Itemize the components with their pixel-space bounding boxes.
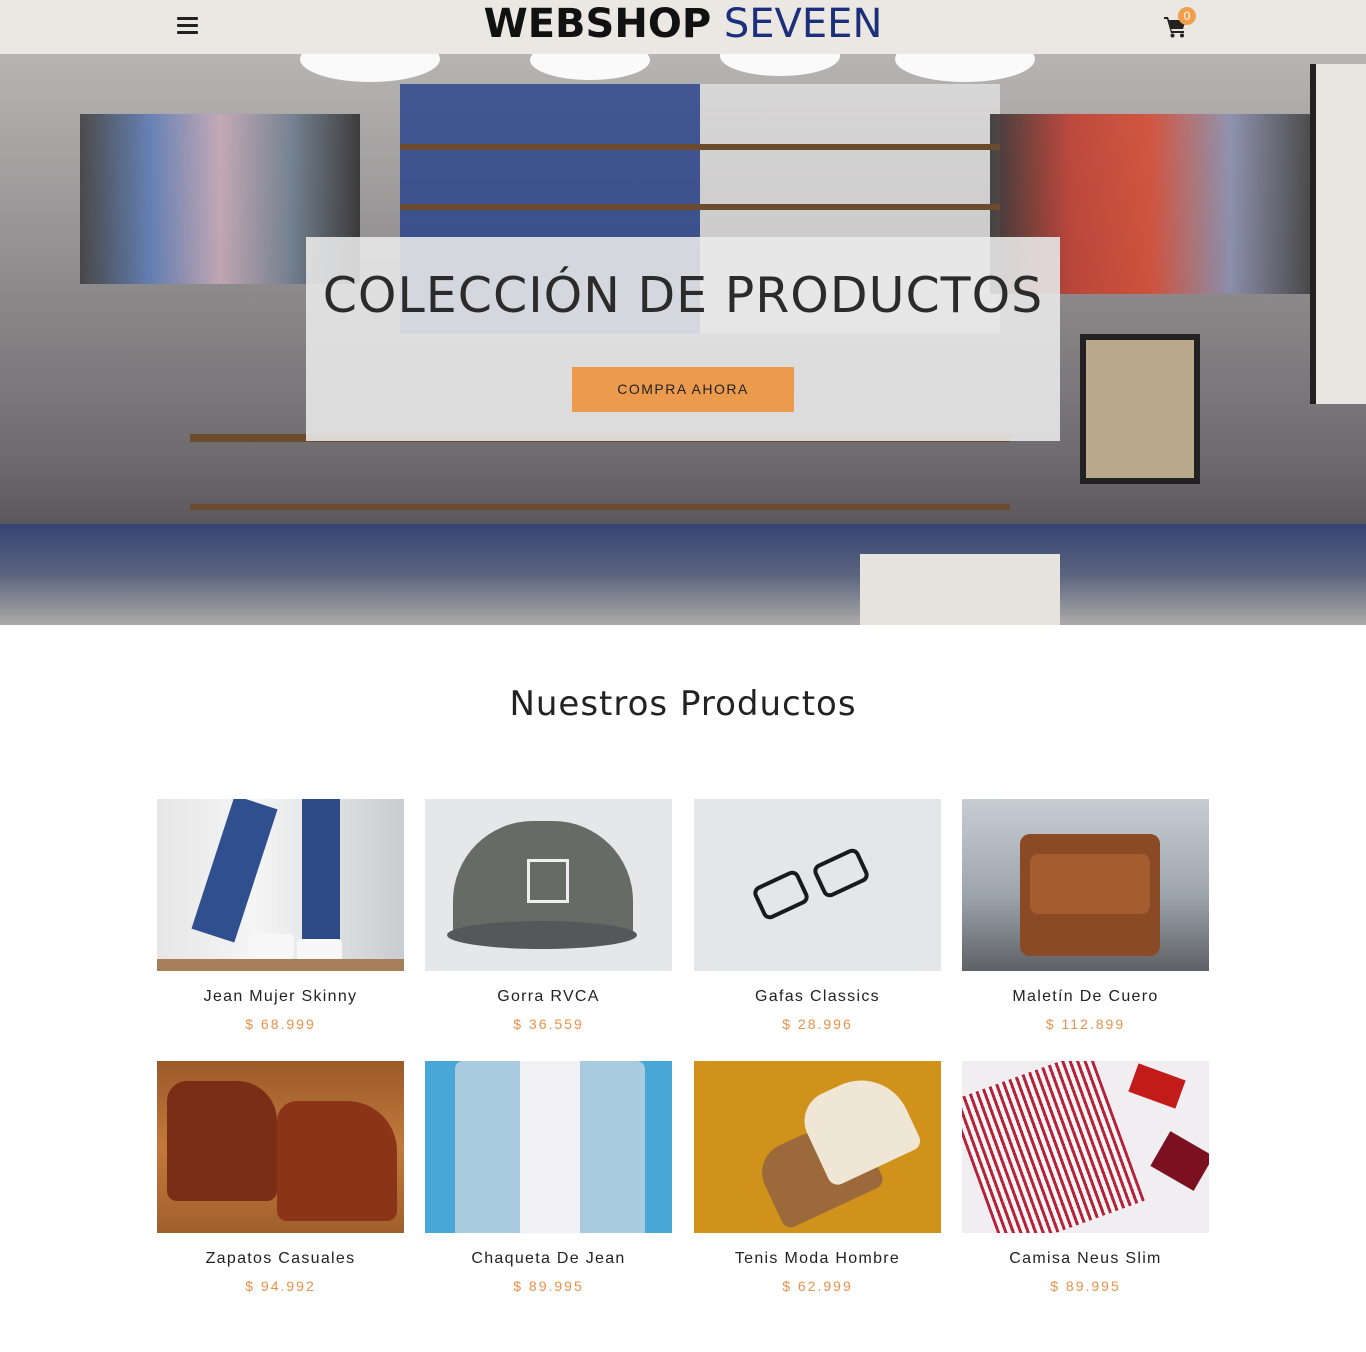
product-name[interactable]: Gorra RVCA	[425, 988, 672, 1006]
product-image-glasses[interactable]	[694, 799, 941, 971]
product-price: $ 36.559	[513, 1016, 584, 1032]
product-card[interactable]: Gafas Classics $ 28.996	[694, 799, 941, 1032]
cart-button[interactable]: 0	[1164, 7, 1196, 42]
product-image-shirt[interactable]	[962, 1061, 1209, 1233]
product-price: $ 68.999	[245, 1016, 316, 1032]
product-image-briefcase[interactable]	[962, 799, 1209, 971]
product-image-jeans[interactable]	[157, 799, 404, 971]
shop-now-button[interactable]: COMPRA AHORA	[572, 367, 794, 412]
product-name[interactable]: Maletín De Cuero	[962, 988, 1209, 1006]
brand-logo[interactable]: WEBSHOP SEVEEN	[0, 1, 1366, 47]
brand-logo-part1: WEBSHOP	[483, 1, 712, 47]
product-image-shoes[interactable]	[157, 1061, 404, 1233]
product-price: $ 89.995	[1050, 1278, 1121, 1294]
product-name[interactable]: Zapatos Casuales	[157, 1250, 404, 1268]
hero-banner: COLECCIÓN DE PRODUCTOS COMPRA AHORA	[0, 54, 1366, 625]
product-image-sneakers[interactable]	[694, 1061, 941, 1233]
product-image-jacket[interactable]	[425, 1061, 672, 1233]
product-image-cap[interactable]	[425, 799, 672, 971]
product-card[interactable]: Jean Mujer Skinny $ 68.999	[157, 799, 404, 1032]
product-price: $ 112.899	[1045, 1016, 1126, 1032]
product-card[interactable]: Tenis Moda Hombre $ 62.999	[694, 1061, 941, 1294]
site-header: WEBSHOP SEVEEN 0	[0, 0, 1366, 54]
product-name[interactable]: Jean Mujer Skinny	[157, 988, 404, 1006]
product-card[interactable]: Zapatos Casuales $ 94.992	[157, 1061, 404, 1294]
product-name[interactable]: Chaqueta De Jean	[425, 1250, 672, 1268]
product-card[interactable]: Chaqueta De Jean $ 89.995	[425, 1061, 672, 1294]
brand-logo-part2: SEVEEN	[723, 1, 883, 47]
cart-count-badge: 0	[1178, 7, 1196, 25]
product-price: $ 62.999	[782, 1278, 853, 1294]
product-price: $ 89.995	[513, 1278, 584, 1294]
product-card[interactable]: Gorra RVCA $ 36.559	[425, 799, 672, 1032]
product-name[interactable]: Camisa Neus Slim	[962, 1250, 1209, 1268]
product-name[interactable]: Tenis Moda Hombre	[694, 1250, 941, 1268]
product-card[interactable]: Maletín De Cuero $ 112.899	[962, 799, 1209, 1032]
product-card[interactable]: Camisa Neus Slim $ 89.995	[962, 1061, 1209, 1294]
hero-title: COLECCIÓN DE PRODUCTOS	[322, 267, 1044, 324]
product-name[interactable]: Gafas Classics	[694, 988, 941, 1006]
products-section-title: Nuestros Productos	[509, 684, 857, 724]
product-price: $ 94.992	[245, 1278, 316, 1294]
hero-overlay-box: COLECCIÓN DE PRODUCTOS COMPRA AHORA	[306, 237, 1060, 441]
product-price: $ 28.996	[782, 1016, 853, 1032]
